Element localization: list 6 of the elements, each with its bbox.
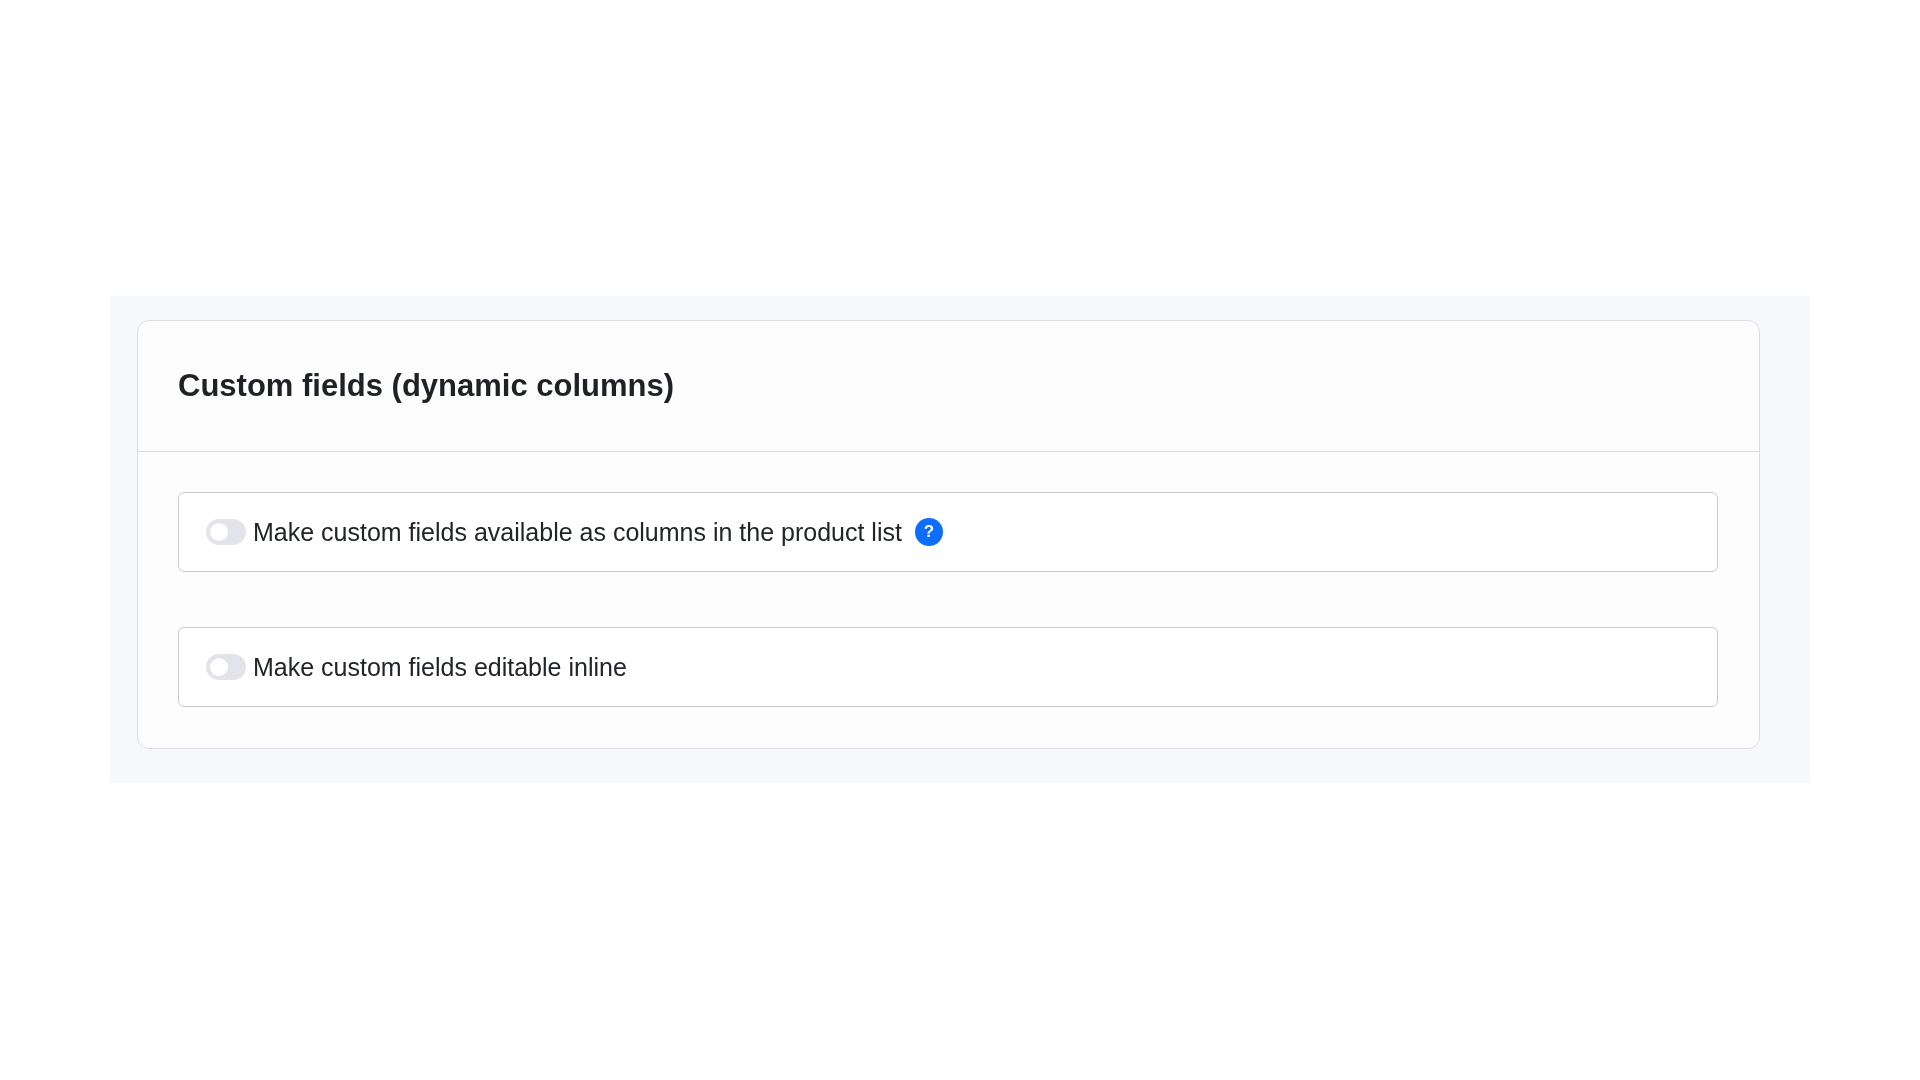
option-label: Make custom fields editable inline — [253, 652, 627, 682]
help-button[interactable]: ? — [914, 518, 943, 546]
option-label: Make custom fields available as columns in the product list — [253, 517, 902, 547]
toggle-switch[interactable] — [206, 519, 246, 545]
card-title: Custom fields (dynamic columns) — [178, 368, 675, 404]
toggle-switch[interactable] — [206, 654, 246, 680]
